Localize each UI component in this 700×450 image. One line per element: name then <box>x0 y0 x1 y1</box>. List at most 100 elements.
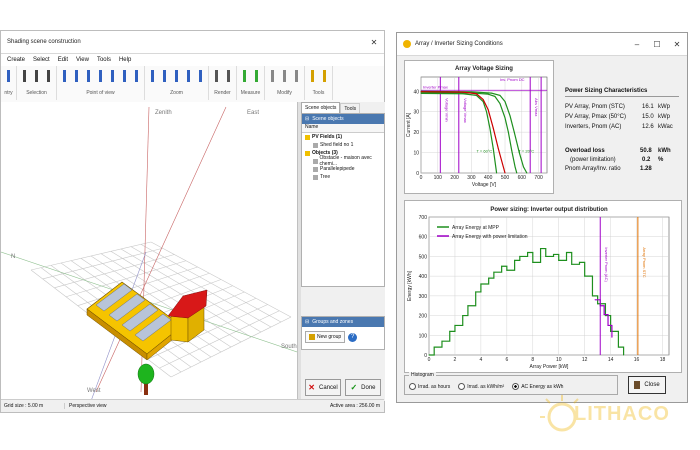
x-tick-label: 700 <box>534 175 543 181</box>
toolbar-tool-icon[interactable] <box>132 70 141 82</box>
done-button[interactable]: ✓ Done <box>345 379 381 396</box>
toolbar-icons <box>212 67 233 85</box>
house-front[interactable] <box>170 313 189 343</box>
close-icon[interactable]: ✕ <box>364 38 384 47</box>
toolbar-tool-icon[interactable] <box>280 70 289 82</box>
new-group-icon <box>309 334 315 340</box>
menu-item[interactable]: View <box>76 57 89 63</box>
y-tick-label: 500 <box>419 254 428 260</box>
tab-tools[interactable]: Tools <box>340 103 361 113</box>
chart-annotation: T = 20°C <box>518 149 534 154</box>
collapse-icon[interactable]: ⊟ <box>305 116 309 122</box>
toolbar-tool-icon[interactable] <box>292 70 301 82</box>
titlebar: Array / Inverter Sizing Conditions – ☐ ✕ <box>397 33 687 56</box>
new-group-row: New group ? <box>302 327 384 347</box>
object-icon <box>313 142 318 148</box>
toolbar-tool-icon[interactable] <box>212 70 221 82</box>
tree-item[interactable]: Shed field no 1 <box>302 141 384 149</box>
radio-circle[interactable] <box>409 383 416 390</box>
viewport-3d[interactable]: Zenith East South West N <box>1 102 297 401</box>
tree-item[interactable]: Tree <box>302 173 384 181</box>
data-point <box>553 253 555 255</box>
toolbar-tool-icon[interactable] <box>84 70 93 82</box>
toolbar-tool-icon[interactable] <box>96 70 105 82</box>
y-tick-label: 30 <box>413 110 419 116</box>
app-icon <box>403 40 411 48</box>
toolbar-tool-icon[interactable] <box>268 70 277 82</box>
sizing-row-unit: kWp <box>658 114 670 120</box>
help-icon[interactable]: ? <box>348 332 358 342</box>
scene-objects-header: ⊟ Scene objects <box>302 114 384 124</box>
x-tick-label: 18 <box>660 357 666 363</box>
toolbar-tool-icon[interactable] <box>172 70 181 82</box>
data-point <box>433 346 435 348</box>
reference-line-label: Abs Vmax <box>534 98 539 116</box>
sizing-conditions-window: Array / Inverter Sizing Conditions – ☐ ✕… <box>396 32 688 403</box>
toolbar-tool-icon[interactable] <box>44 70 53 82</box>
x-tick-label: 8 <box>531 357 534 363</box>
groups-header: ⊟ Groups and zones <box>302 317 384 327</box>
legend-label: Array Energy at MPP <box>452 225 500 231</box>
tree-item[interactable]: PV Fields (1) <box>302 133 384 141</box>
groups-header-label: Groups and zones <box>312 319 354 325</box>
toolbar-tool-icon[interactable] <box>148 70 157 82</box>
menu-item[interactable]: Tools <box>97 57 111 63</box>
toolbar-tool-icon[interactable] <box>308 70 317 82</box>
new-group-button[interactable]: New group <box>305 331 346 343</box>
toolbar-tool-icon[interactable] <box>224 70 233 82</box>
toolbar-tool-icon[interactable] <box>252 70 261 82</box>
cancel-button[interactable]: ✕ Cancel <box>305 379 341 396</box>
reference-line-label: Voltage Vmin <box>444 98 449 122</box>
histogram-radio[interactable]: Irrad. as kWh/m² <box>458 383 504 390</box>
data-point <box>491 92 493 94</box>
data-point <box>623 354 625 356</box>
x-tick-label: 10 <box>556 357 562 363</box>
maximize-icon[interactable]: ☐ <box>647 40 667 49</box>
toolbar-tool-icon[interactable] <box>20 70 29 82</box>
toolbar-tool-icon[interactable] <box>72 70 81 82</box>
menu-item[interactable]: Select <box>33 57 50 63</box>
close-icon[interactable]: ✕ <box>667 40 687 49</box>
data-point <box>513 131 515 133</box>
data-point <box>487 93 489 95</box>
radio-circle[interactable] <box>512 383 520 390</box>
power-limitation-value: 0.2 <box>642 157 651 163</box>
toolbar-tool-icon[interactable] <box>32 70 41 82</box>
toolbar-tool-icon[interactable] <box>4 70 13 82</box>
scene-tree: PV Fields (1) Shed field no 1 Objects (3) O… <box>302 133 384 181</box>
data-point <box>558 259 560 261</box>
toolbar-tool-icon[interactable] <box>184 70 193 82</box>
toolbar-tool-icon[interactable] <box>240 70 249 82</box>
y-tick-label: 700 <box>419 215 428 221</box>
tree-crown[interactable] <box>137 363 155 385</box>
toolbar-tool-icon[interactable] <box>108 70 117 82</box>
toolbar-tool-icon[interactable] <box>320 70 329 82</box>
toolbar-tool-icon[interactable] <box>60 70 69 82</box>
menu-item[interactable]: Create <box>7 57 25 63</box>
status-bar: Grid size : 5.00 m Perspective view Acti… <box>1 399 384 412</box>
radio-circle[interactable] <box>458 383 466 390</box>
east-axis <box>95 106 227 393</box>
scene-objects-panel: ⊟ Scene objects Name PV Fields (1) Shed f… <box>301 113 385 287</box>
sizing-row-label: PV Array, Pmax (50°C) <box>565 114 626 120</box>
menu-item[interactable]: Help <box>119 57 131 63</box>
menu-item[interactable]: Edit <box>58 57 68 63</box>
tree-item[interactable]: Obstacle - maison avec chemi... <box>302 155 384 167</box>
histogram-radio[interactable]: Irrad. as hours <box>409 383 450 390</box>
toolbar-icons <box>268 67 301 85</box>
x-axis-label: Voltage [V] <box>472 182 497 188</box>
data-point <box>509 115 511 117</box>
minimize-icon[interactable]: – <box>627 40 647 49</box>
new-group-label: New group <box>317 334 342 340</box>
toolbar-tool-icon[interactable] <box>196 70 205 82</box>
y-tick-label: 400 <box>419 274 428 280</box>
y-tick-label: 0 <box>416 171 419 177</box>
power-limitation-label: (power limitation) <box>570 157 616 163</box>
window-title: Shading scene construction <box>7 39 81 45</box>
data-point <box>545 255 547 257</box>
toolbar-tool-icon[interactable] <box>120 70 129 82</box>
tab-scene-objects[interactable]: Scene objects <box>301 102 341 113</box>
chart-annotation: T = 60°C <box>476 149 492 154</box>
toolbar-tool-icon[interactable] <box>160 70 169 82</box>
collapse-icon[interactable]: ⊟ <box>305 319 309 325</box>
